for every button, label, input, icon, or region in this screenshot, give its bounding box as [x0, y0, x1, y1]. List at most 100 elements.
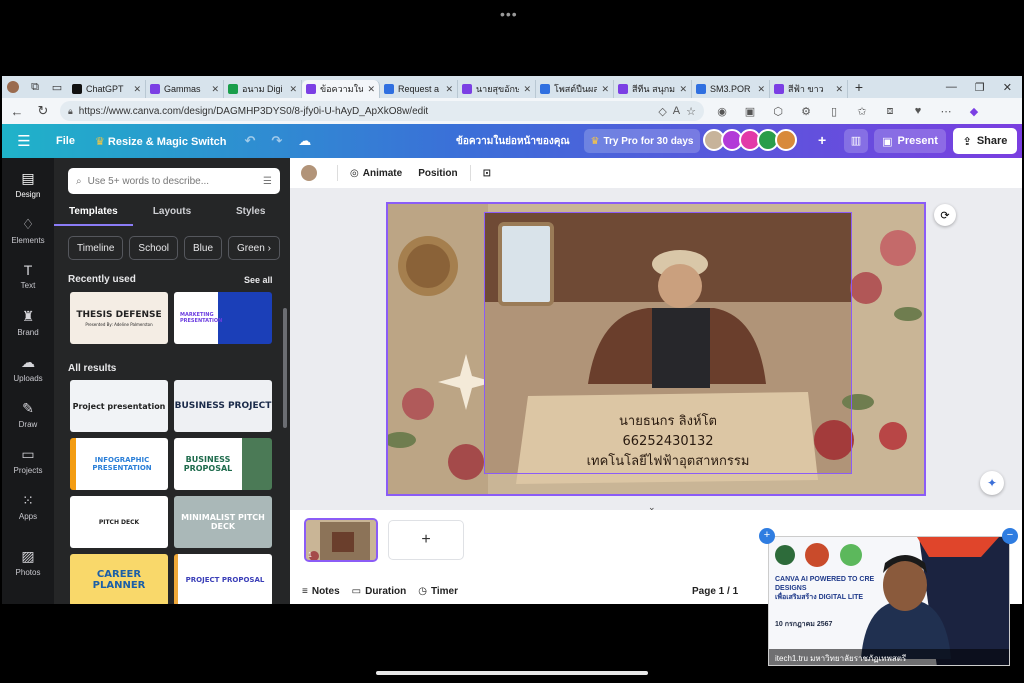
rail-draw[interactable]: ✎ Draw	[2, 400, 54, 429]
undo-icon[interactable]: ↶	[236, 133, 263, 149]
browser-tab[interactable]: Gammas ✕	[146, 80, 224, 98]
see-all-link[interactable]: See all	[244, 275, 273, 285]
magic-assistant-icon[interactable]: ✦	[980, 471, 1004, 495]
close-tab-icon[interactable]: ✕	[679, 84, 687, 95]
profile-avatar[interactable]	[2, 76, 24, 98]
browser-tab[interactable]: ChatGPT ✕	[68, 80, 146, 98]
close-tab-icon[interactable]: ✕	[211, 84, 219, 95]
browser-tab[interactable]: SM3.POR ✕	[692, 80, 770, 98]
close-tab-icon[interactable]: ✕	[757, 84, 765, 95]
close-tab-icon[interactable]: ✕	[601, 84, 609, 95]
rail-design[interactable]: ▤ Design	[2, 170, 54, 199]
performance-icon[interactable]: ♥	[908, 105, 928, 117]
present-button[interactable]: ▣ Present	[874, 129, 946, 153]
add-page-button[interactable]: +	[388, 520, 464, 560]
slide-text-block[interactable]: นายธนกร ลิงห์โต 66252430132 เทคโนโลยีไฟฟ…	[568, 412, 768, 472]
restore-icon[interactable]: ❐	[975, 81, 985, 94]
rail-projects[interactable]: ▭ Projects	[2, 446, 54, 475]
close-tab-icon[interactable]: ✕	[445, 84, 453, 95]
page-thumbnail[interactable]: 1	[304, 518, 378, 562]
template-thesis-defense[interactable]: THESIS DEFENSE Presented By: Adeline Pal…	[70, 292, 168, 344]
template-result[interactable]: MINIMALIST PITCH DECK	[174, 496, 272, 548]
template-result[interactable]: Project presentation	[70, 380, 168, 432]
collaborator-avatars[interactable]	[703, 129, 797, 151]
try-pro-button[interactable]: ♛ Try Pro for 30 days	[584, 129, 700, 153]
split-screen-icon[interactable]: ▯	[824, 105, 844, 118]
browser-tab[interactable]: ข้อความใน ✕	[302, 80, 380, 98]
rail-text[interactable]: T Text	[2, 262, 54, 290]
timer-button[interactable]: ◷ Timer	[418, 586, 458, 597]
insights-chart-icon[interactable]: ▥	[844, 129, 868, 153]
close-tab-icon[interactable]: ✕	[835, 84, 843, 95]
redo-icon[interactable]: ↷	[263, 133, 290, 149]
extension-icon-1[interactable]: ◉	[712, 105, 732, 118]
template-result[interactable]: PROJECT PROPOSAL	[174, 554, 272, 604]
browser-tab[interactable]: นายสุขอักษ ✕	[458, 80, 536, 98]
position-button[interactable]: Position	[410, 168, 465, 179]
avatar[interactable]	[775, 129, 797, 151]
document-title[interactable]: ข้อความในย่อหน้าของคุณ	[456, 134, 570, 149]
template-result[interactable]: CAREER PLANNER	[70, 554, 168, 604]
share-button[interactable]: ⇪ Share	[953, 128, 1017, 154]
slide-canvas[interactable]: นายธนกร ลิงห์โต 66252430132 เทคโนโลยีไฟฟ…	[386, 202, 926, 496]
template-marketing[interactable]: MARKETING PRESENTATION	[174, 292, 272, 344]
minimize-video-icon[interactable]: −	[1002, 528, 1018, 544]
extension-icon-4[interactable]: ⚙	[796, 105, 816, 118]
extension-puzzle-icon[interactable]: ◇	[658, 105, 666, 118]
close-tab-icon[interactable]: ✕	[133, 84, 141, 95]
rail-elements[interactable]: ♢ Elements	[2, 216, 54, 245]
extension-icon-2[interactable]: ▣	[740, 105, 760, 118]
workspaces-icon[interactable]: ⧉	[24, 76, 46, 98]
panel-scrollbar[interactable]	[283, 308, 287, 428]
browser-tab[interactable]: Request a ✕	[380, 80, 458, 98]
page-indicator[interactable]: Page 1 / 1	[692, 586, 738, 597]
expand-video-icon[interactable]: +	[759, 528, 775, 544]
template-result[interactable]: BUSINESS PROPOSAL	[174, 438, 272, 490]
template-result[interactable]: BUSINESS PROJECT	[174, 380, 272, 432]
file-menu[interactable]: File	[46, 135, 85, 147]
tab-templates[interactable]: Templates	[54, 204, 133, 226]
browser-tab[interactable]: อนาม Digi ✕	[224, 80, 302, 98]
collections-icon[interactable]: ⧈	[880, 105, 900, 118]
chip-blue[interactable]: Blue	[184, 236, 223, 260]
favorite-star-icon[interactable]: ☆	[686, 105, 696, 118]
minimize-icon[interactable]: —	[946, 81, 957, 94]
filter-icon[interactable]: ☰	[263, 176, 272, 187]
rail-brand[interactable]: ♜ Brand	[2, 308, 54, 337]
home-indicator[interactable]	[376, 671, 648, 675]
browser-tab[interactable]: โพสต์ปืนผล ✕	[536, 80, 614, 98]
menu-icon[interactable]: ☰	[2, 132, 46, 150]
cloud-save-icon[interactable]: ☁	[290, 133, 319, 149]
close-tab-icon[interactable]: ✕	[289, 84, 297, 95]
notes-button[interactable]: ≡ Notes	[302, 586, 340, 597]
url-field[interactable]: 🔒︎ https://www.canva.com/design/DAGMHP3D…	[60, 101, 704, 121]
browser-menu-icon[interactable]: ⋯	[936, 105, 956, 118]
refresh-icon[interactable]: ↻	[34, 103, 52, 119]
webcam-overlay[interactable]: CANVA AI POWERED TO CRE DESIGNS เพื่อเสร…	[768, 536, 1010, 666]
rail-apps[interactable]: ⁙ Apps	[2, 492, 54, 521]
color-swatch[interactable]	[301, 165, 317, 181]
copilot-icon[interactable]: ◆	[964, 105, 984, 118]
tab-styles[interactable]: Styles	[211, 204, 290, 226]
add-collaborator-icon[interactable]: +	[818, 132, 826, 148]
browser-tab[interactable]: สีทีน สนุกม ✕	[614, 80, 692, 98]
favorites-icon[interactable]: ✩	[852, 105, 872, 118]
close-tab-icon[interactable]: ✕	[367, 84, 375, 95]
chip-green[interactable]: Green ›	[228, 236, 280, 260]
lock-icon[interactable]: ⊡	[475, 168, 499, 179]
back-icon[interactable]: ←	[8, 104, 26, 119]
new-tab-button[interactable]: +	[848, 76, 870, 98]
refresh-element-icon[interactable]: ⟳	[934, 204, 956, 226]
multitask-dots[interactable]: •••	[500, 6, 518, 22]
close-tab-icon[interactable]: ✕	[523, 84, 531, 95]
template-result[interactable]: INFOGRAPHIC PRESENTATION	[70, 438, 168, 490]
browser-tab[interactable]: สีฟ้า ขาว ✕	[770, 80, 848, 98]
tab-actions-icon[interactable]: ▭	[46, 76, 68, 98]
resize-button[interactable]: ♛ Resize & Magic Switch	[85, 135, 237, 148]
rail-photos[interactable]: ▨ Photos	[2, 548, 54, 577]
animate-button[interactable]: ◎ Animate	[342, 168, 410, 179]
chip-timeline[interactable]: Timeline	[68, 236, 124, 260]
duration-button[interactable]: ▭ Duration	[352, 586, 407, 597]
read-aloud-icon[interactable]: A	[673, 105, 680, 117]
extension-icon-3[interactable]: ⬡	[768, 105, 788, 118]
